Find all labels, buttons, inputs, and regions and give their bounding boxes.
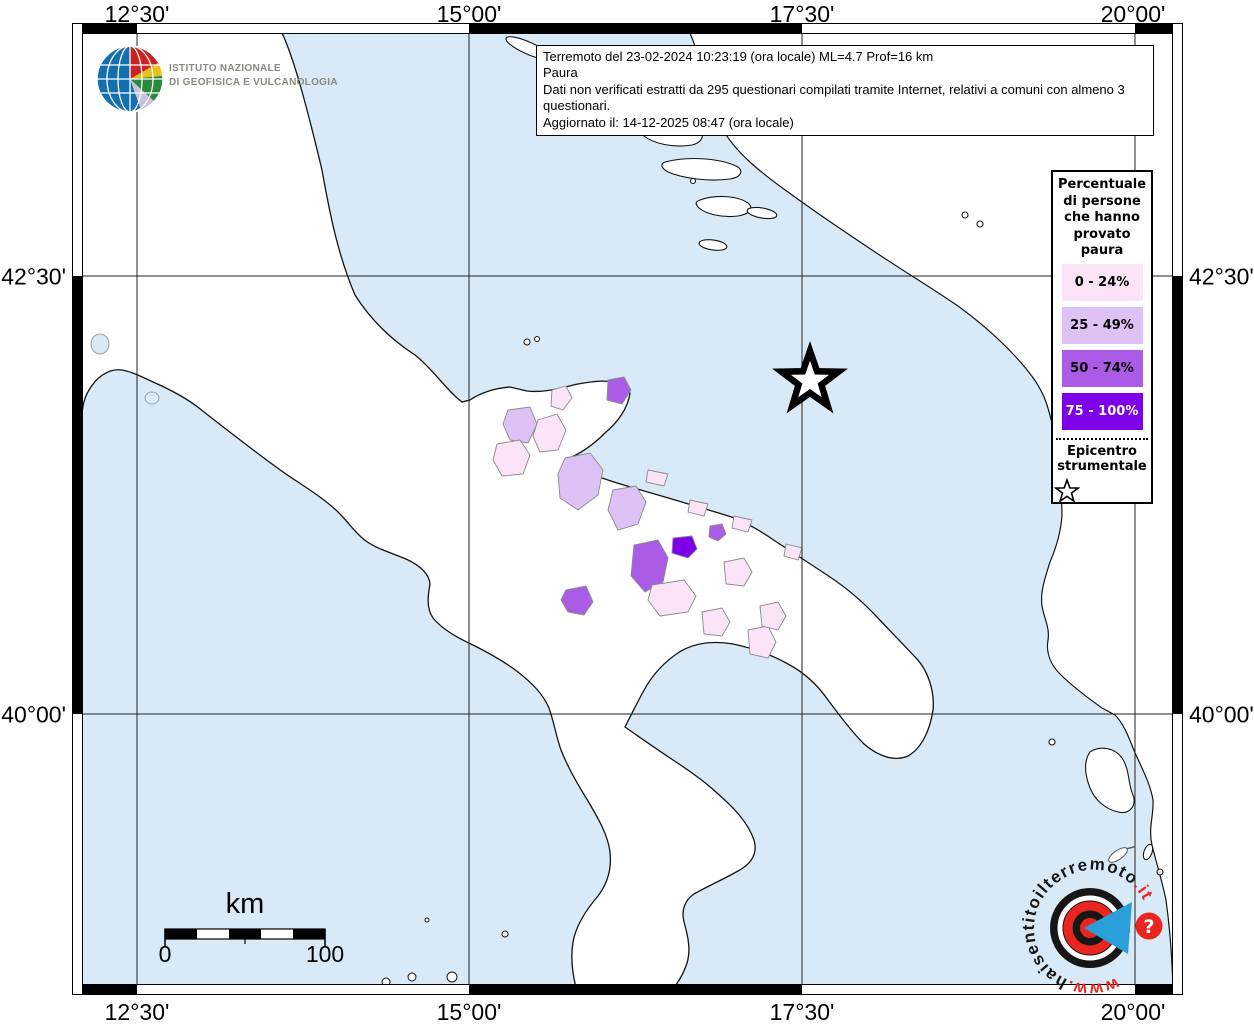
- scale-bar-unit: km: [225, 888, 265, 920]
- axis-label-bottom-1730: 17°30': [769, 999, 835, 1024]
- legend: Percentuale di persone che hanno provato…: [1051, 170, 1153, 504]
- legend-swatch-25-49: 25 - 49%: [1061, 306, 1143, 344]
- scale-bar-end: 100: [305, 941, 345, 967]
- event-info-line3: Dati non verificati estratti da 295 ques…: [543, 81, 1125, 114]
- ingv-logo-line1: ISTITUTO NAZIONALE: [169, 63, 281, 74]
- map-canvas: www.haisentitoilterremoto.it ?: [72, 23, 1183, 999]
- legend-swatch-75-100: 75 - 100%: [1061, 392, 1143, 430]
- axis-label-top-2000: 20°00': [1100, 1, 1166, 27]
- map-page: www.haisentitoilterremoto.it ? 12°30' 15…: [0, 0, 1254, 1024]
- ingv-logo-text: ISTITUTO NAZIONALE DI GEOFISICA E VULCAN…: [169, 62, 338, 89]
- scale-bar-start: 0: [158, 941, 172, 967]
- axis-label-left-4230: 42°30': [1, 263, 66, 290]
- event-info-box: Terremoto del 23-02-2024 10:23:19 (ora l…: [536, 45, 1154, 136]
- axis-label-top-1230: 12°30': [104, 1, 170, 27]
- legend-swatch-0-24: 0 - 24%: [1061, 263, 1143, 301]
- axis-label-left-4000: 40°00': [1, 701, 66, 728]
- axis-label-right-4000: 40°00': [1189, 701, 1254, 728]
- legend-divider: [1056, 437, 1148, 440]
- legend-title: Percentuale di persone che hanno provato…: [1057, 177, 1147, 258]
- ingv-globe-logo: [96, 45, 164, 113]
- ingv-logo-line2: DI GEOFISICA E VULCANOLOGIA: [169, 76, 338, 88]
- event-info-line2: Paura: [543, 65, 578, 81]
- axis-label-bottom-2000: 20°00': [1100, 999, 1166, 1024]
- legend-swatch-50-74: 50 - 74%: [1061, 349, 1143, 387]
- axis-label-bottom-1230: 12°30': [104, 999, 170, 1024]
- legend-epicenter-star-icon: [1053, 477, 1081, 503]
- event-info-line4: Aggiornato il: 14-12-2025 08:47 (ora loc…: [543, 114, 794, 130]
- lake-bolsena: [90, 333, 110, 355]
- lake-trasimeno: [144, 391, 160, 405]
- legend-epicenter-label: Epicentro strumentale: [1057, 443, 1147, 475]
- axis-label-top-1730: 17°30': [769, 1, 835, 27]
- question-mark: ?: [1143, 916, 1154, 938]
- axis-label-right-4230: 42°30': [1189, 263, 1254, 290]
- event-info-line1: Terremoto del 23-02-2024 10:23:19 (ora l…: [543, 49, 934, 64]
- axis-label-top-1500: 15°00': [436, 1, 502, 27]
- axis-label-bottom-1500: 15°00': [436, 999, 502, 1024]
